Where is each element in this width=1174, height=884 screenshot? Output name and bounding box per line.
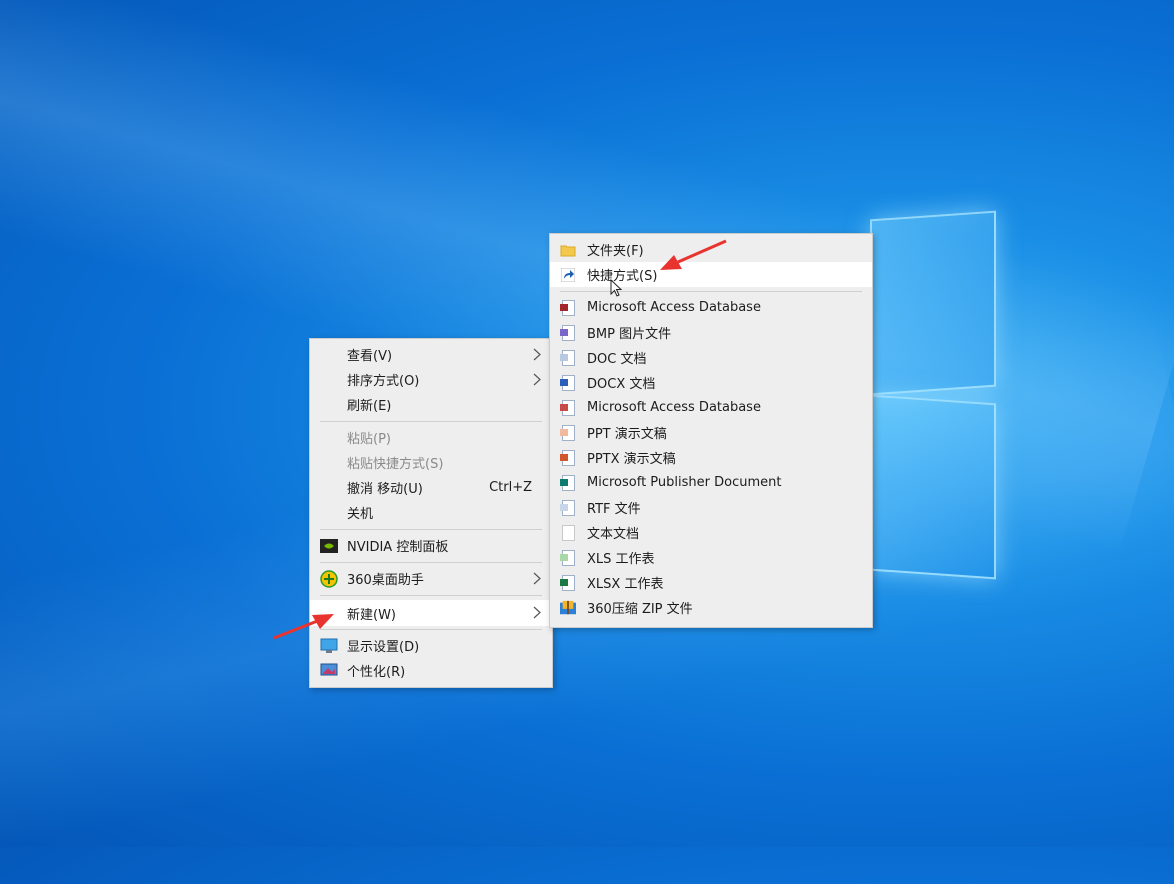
submenu-item-label: Microsoft Publisher Document: [587, 475, 782, 490]
menu-item-label: 360桌面助手: [347, 573, 424, 588]
chevron-right-icon: [533, 373, 541, 386]
submenu-item-label: 360压缩 ZIP 文件: [587, 602, 693, 617]
menu-item-label: 粘贴快捷方式(S): [347, 457, 444, 472]
text-icon: [560, 524, 576, 541]
menu-separator: [320, 595, 542, 596]
submenu-item-label: RTF 文件: [587, 502, 641, 517]
menu-item-label: 排序方式(O): [347, 374, 420, 389]
submenu-item-pptx[interactable]: PPTX 演示文稿: [550, 445, 872, 470]
submenu-item-bmp[interactable]: BMP 图片文件: [550, 320, 872, 345]
menu-item-paste[interactable]: 粘贴(P): [310, 425, 552, 450]
submenu-item-label: PPTX 演示文稿: [587, 452, 676, 467]
new-submenu: 文件夹(F) 快捷方式(S) Microsoft Access Database…: [549, 233, 873, 628]
chevron-right-icon: [533, 348, 541, 361]
ppt-icon: [559, 424, 576, 441]
menu-item-undo-move[interactable]: 撤消 移动(U) Ctrl+Z: [310, 475, 552, 500]
access-icon: [559, 399, 576, 416]
annotation-arrow-icon: [660, 239, 727, 270]
menu-item-label: 显示设置(D): [347, 640, 420, 655]
chevron-right-icon: [533, 572, 541, 585]
submenu-item-label: PPT 演示文稿: [587, 427, 667, 442]
360-desktop-icon: [320, 569, 338, 588]
menu-item-personalize[interactable]: 个性化(R): [310, 658, 552, 683]
submenu-item-label: 文本文档: [587, 527, 640, 542]
submenu-item-text[interactable]: 文本文档: [550, 520, 872, 545]
menu-separator: [320, 421, 542, 422]
menu-item-label: 撤消 移动(U): [347, 482, 423, 497]
submenu-item-label: DOCX 文档: [587, 377, 656, 392]
menu-item-360-desktop[interactable]: 360桌面助手: [310, 566, 552, 591]
personalize-icon: [320, 662, 338, 680]
submenu-item-label: Microsoft Access Database: [587, 300, 761, 315]
windows-logo-pane: [870, 394, 996, 580]
menu-separator: [560, 291, 862, 292]
submenu-item-access[interactable]: Microsoft Access Database: [550, 295, 872, 320]
submenu-item-ppt[interactable]: PPT 演示文稿: [550, 420, 872, 445]
menu-item-label: 粘贴(P): [347, 432, 391, 447]
desktop-context-menu: 查看(V) 排序方式(O) 刷新(E) 粘贴(P) 粘贴快捷方式(S) 撤消 移…: [309, 338, 553, 688]
zip-icon: [560, 600, 576, 616]
annotation-arrow-icon: [273, 614, 334, 640]
menu-item-label: 个性化(R): [347, 665, 406, 680]
windows-logo: [870, 210, 996, 580]
submenu-item-xlsx[interactable]: XLSX 工作表: [550, 570, 872, 595]
access-icon: [559, 299, 576, 316]
menu-item-label: 查看(V): [347, 349, 393, 364]
submenu-item-label: DOC 文档: [587, 352, 647, 367]
xls-icon: [559, 549, 576, 566]
submenu-item-docx[interactable]: DOCX 文档: [550, 370, 872, 395]
nvidia-icon: [320, 537, 338, 555]
doc-icon: [559, 349, 576, 366]
xlsx-icon: [559, 574, 576, 591]
folder-icon: [560, 242, 576, 258]
bmp-icon: [559, 324, 576, 341]
submenu-item-publisher[interactable]: Microsoft Publisher Document: [550, 470, 872, 495]
menu-item-label: 刷新(E): [347, 399, 392, 414]
chevron-right-icon: [533, 606, 541, 619]
menu-item-new[interactable]: 新建(W): [310, 600, 552, 626]
menu-item-label: 新建(W): [347, 607, 396, 623]
mouse-cursor-icon: [610, 279, 623, 297]
menu-item-paste-shortcut[interactable]: 粘贴快捷方式(S): [310, 450, 552, 475]
shortcut-icon: [560, 267, 576, 283]
menu-item-shortcut: Ctrl+Z: [489, 480, 532, 495]
submenu-item-rtf[interactable]: RTF 文件: [550, 495, 872, 520]
menu-item-view[interactable]: 查看(V): [310, 342, 552, 367]
menu-item-shutdown[interactable]: 关机: [310, 500, 552, 525]
menu-separator: [320, 629, 542, 630]
menu-item-label: NVIDIA 控制面板: [347, 540, 449, 555]
windows-logo-pane: [870, 210, 996, 396]
menu-item-nvidia[interactable]: NVIDIA 控制面板: [310, 533, 552, 558]
submenu-item-label: XLS 工作表: [587, 552, 655, 567]
submenu-item-doc[interactable]: DOC 文档: [550, 345, 872, 370]
menu-item-sort[interactable]: 排序方式(O): [310, 367, 552, 392]
submenu-item-label: XLSX 工作表: [587, 577, 664, 592]
menu-separator: [320, 562, 542, 563]
publisher-icon: [559, 474, 576, 491]
submenu-item-access-2[interactable]: Microsoft Access Database: [550, 395, 872, 420]
pptx-icon: [559, 449, 576, 466]
menu-separator: [320, 529, 542, 530]
submenu-item-label: Microsoft Access Database: [587, 400, 761, 415]
menu-item-refresh[interactable]: 刷新(E): [310, 392, 552, 417]
submenu-item-label: BMP 图片文件: [587, 327, 672, 342]
menu-item-label: 关机: [347, 507, 374, 522]
rtf-icon: [559, 499, 576, 516]
submenu-item-xls[interactable]: XLS 工作表: [550, 545, 872, 570]
docx-icon: [559, 374, 576, 391]
submenu-item-label: 文件夹(F): [587, 244, 644, 259]
submenu-item-zip[interactable]: 360压缩 ZIP 文件: [550, 595, 872, 620]
menu-item-display-settings[interactable]: 显示设置(D): [310, 633, 552, 658]
